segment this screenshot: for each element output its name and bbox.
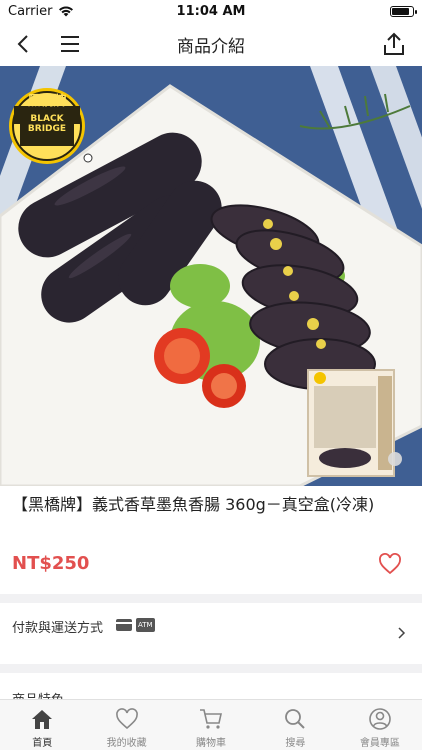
carousel-indicator[interactable] [388,452,402,466]
brand-logo-line3: BRIDGE [27,124,67,134]
credit-card-icon [116,619,132,631]
product-image[interactable]: 黑橋牌 BLACK BRIDGE [0,66,422,486]
tab-label: 我的收藏 [106,738,147,749]
tab-label: 首頁 [32,738,53,749]
tab-home[interactable]: 首頁 [0,700,84,750]
back-icon[interactable] [12,32,36,56]
brand-logo-text: 黑橋牌 BLACK BRIDGE [10,88,84,134]
wifi-icon [59,6,74,17]
status-left: Carrier [8,4,74,19]
page-title: 商品介紹 [177,36,245,57]
nav-bar: 商品介紹 [0,22,422,66]
status-time: 11:04 AM [176,3,246,19]
product-price: NT$250 [12,553,90,574]
product-title: 【黑橋牌】義式香草墨魚香腸 360g－真空盒(冷凍) [12,495,375,514]
atm-icon: ATM [136,618,155,632]
payment-shipping-label: 付款與運送方式 [12,621,104,636]
heart-icon[interactable] [378,553,402,575]
tab-cart[interactable]: 購物車 [169,700,253,750]
heart-icon [115,708,138,730]
carrier-label: Carrier [8,3,53,19]
status-bar: Carrier 11:04 AM [0,0,422,22]
payment-shipping-row[interactable]: 付款與運送方式 ATM [0,603,422,663]
chevron-right-icon [398,627,406,639]
brand-logo-line2: BLACK [30,114,64,124]
section-divider [0,664,422,673]
tab-member[interactable]: 會員專區 [338,700,422,750]
brand-logo-line1: 黑橋牌 [27,94,67,109]
tab-label: 搜尋 [285,738,306,749]
section-divider [0,594,422,603]
search-icon [285,709,306,729]
tab-search[interactable]: 搜尋 [253,700,337,750]
home-icon [32,710,53,729]
share-icon[interactable] [382,31,406,57]
tab-bar: 首頁 我的收藏 購物車 搜尋 會員專區 [0,699,422,750]
menu-icon[interactable] [58,32,82,56]
user-icon [369,708,391,730]
tab-label: 購物車 [196,738,227,749]
battery-icon [390,5,417,17]
tab-label: 會員專區 [359,738,400,749]
tab-favorites[interactable]: 我的收藏 [84,700,168,750]
cart-icon [200,709,223,729]
